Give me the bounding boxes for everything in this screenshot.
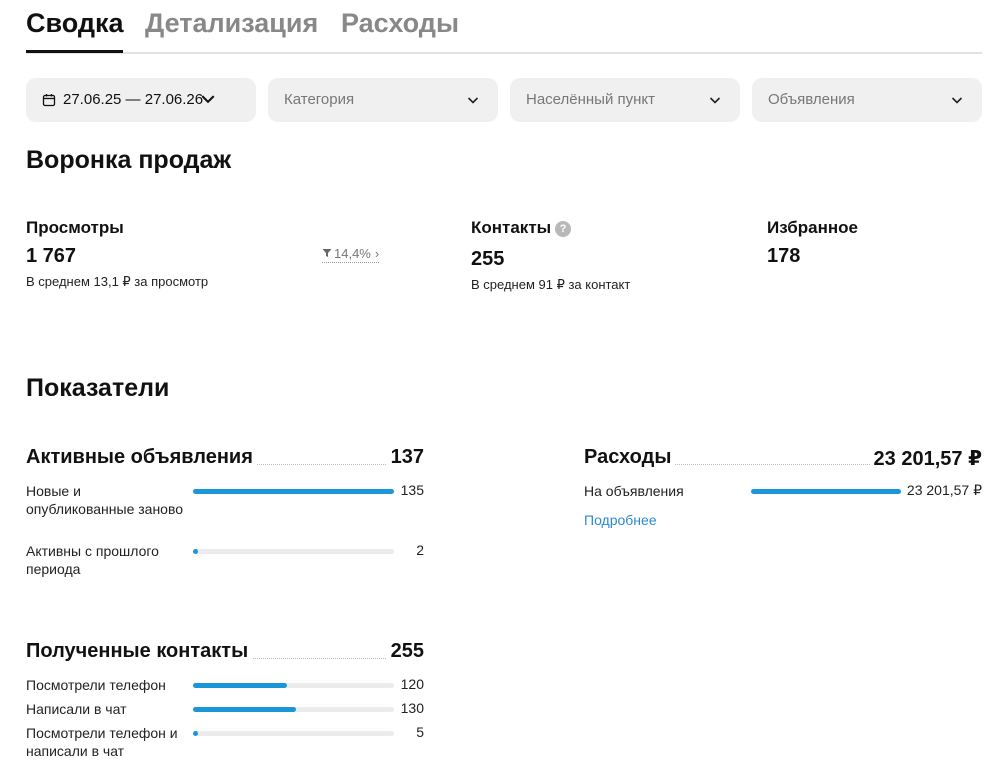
- progress-fill: [751, 489, 901, 494]
- progress-bar: [193, 489, 394, 494]
- contacts-received-title: Полученные контакты: [26, 640, 253, 663]
- views-delta[interactable]: 14,4% ›: [322, 246, 380, 263]
- chevron-right-icon: ›: [374, 246, 380, 261]
- contacts-title: Контакты?: [471, 218, 572, 238]
- expenses-header: Расходы 23 201,57 ₽: [584, 446, 982, 471]
- contacts-row-label: Посмотрели телефон: [26, 677, 166, 693]
- expenses-total: 23 201,57 ₽: [869, 446, 982, 471]
- funnel-heading: Воронка продаж: [26, 146, 232, 174]
- views-value: 1 767: [26, 245, 77, 267]
- category-filter-label: Категория: [284, 91, 355, 108]
- contacts-row-value: 5: [416, 724, 424, 740]
- active-tab-indicator: [26, 50, 123, 53]
- chevron-down-icon: [709, 97, 721, 104]
- active-ads-row-label: Активны с прошлого периода: [26, 543, 159, 577]
- favorites-title: Избранное: [767, 218, 858, 237]
- contacts-average: В среднем 91 ₽ за контакт: [471, 277, 631, 292]
- contacts-received-total: 255: [386, 640, 424, 663]
- views-average: В среднем 13,1 ₽ за просмотр: [26, 274, 209, 289]
- chevron-down-icon: [467, 97, 479, 104]
- progress-fill: [193, 683, 288, 688]
- progress-fill: [193, 549, 199, 554]
- tab-expenses[interactable]: Расходы: [341, 8, 459, 39]
- contacts-row-label: Написали в чат: [26, 701, 127, 717]
- contacts-row-value: 130: [400, 700, 424, 716]
- chevron-down-icon: [951, 97, 963, 104]
- active-ads-row-value: 2: [416, 542, 424, 558]
- contacts-title-text: Контакты: [471, 218, 552, 237]
- category-filter[interactable]: Категория: [268, 78, 498, 122]
- ads-filter[interactable]: Объявления: [752, 78, 982, 122]
- ads-filter-label: Объявления: [768, 91, 855, 108]
- active-ads-row-value: 135: [400, 482, 424, 498]
- progress-bar: [751, 489, 901, 494]
- active-ads-row-label: Новые и опубликованные заново: [26, 483, 184, 517]
- views-title: Просмотры: [26, 218, 124, 237]
- contacts-row-value: 120: [400, 676, 424, 692]
- favorites-value: 178: [767, 245, 801, 267]
- progress-fill: [193, 731, 199, 736]
- contacts-row-label: Посмотрели телефон и написали в чат: [26, 725, 178, 759]
- active-ads-total: 137: [386, 446, 424, 469]
- expenses-row-value: 23 201,57 ₽: [906, 482, 982, 498]
- contacts-value: 255: [471, 248, 505, 270]
- chevron-down-icon: [201, 95, 215, 104]
- tab-bar: Сводка Детализация Расходы: [26, 0, 982, 54]
- progress-fill: [193, 489, 394, 494]
- progress-bar: [193, 731, 394, 736]
- expenses-row-label: На объявления: [584, 483, 684, 499]
- indicators-heading: Показатели: [26, 374, 170, 402]
- date-range-filter[interactable]: 27.06.25 — 27.06.26: [26, 78, 256, 122]
- progress-fill: [193, 707, 296, 712]
- more-details-link[interactable]: Подробнее: [584, 512, 657, 528]
- tab-details[interactable]: Детализация: [145, 8, 318, 39]
- calendar-icon: [42, 94, 56, 107]
- active-ads-header: Активные объявления 137: [26, 446, 424, 470]
- help-icon[interactable]: ?: [555, 221, 572, 237]
- contacts-received-header: Полученные контакты 255: [26, 640, 424, 664]
- progress-bar: [193, 707, 394, 712]
- active-ads-title: Активные объявления: [26, 446, 257, 469]
- views-delta-value: 14,4%: [334, 246, 371, 261]
- tab-summary[interactable]: Сводка: [26, 8, 124, 39]
- city-filter[interactable]: Населённый пункт: [510, 78, 740, 122]
- date-range-value: 27.06.25 — 27.06.26: [63, 91, 204, 108]
- expenses-title: Расходы: [584, 446, 676, 469]
- city-filter-label: Населённый пункт: [526, 91, 656, 108]
- funnel-icon: [322, 249, 332, 257]
- progress-bar: [193, 549, 394, 554]
- progress-bar: [193, 683, 394, 688]
